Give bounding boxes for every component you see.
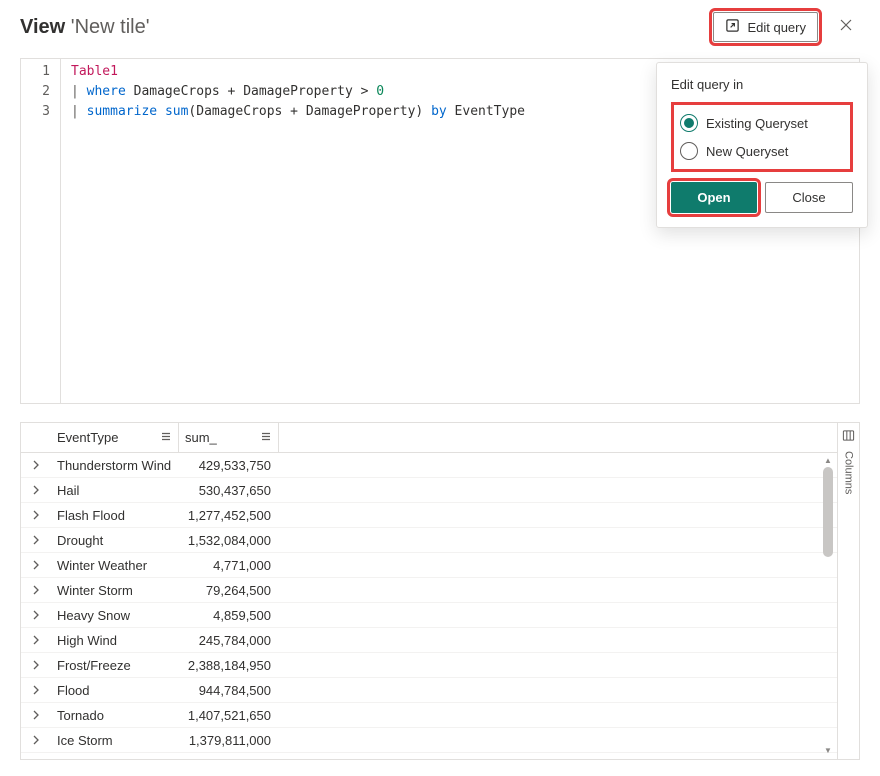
expand-row-icon[interactable] <box>21 735 51 745</box>
table-row[interactable]: Winter Storm79,264,500 <box>21 578 837 603</box>
line-number: 2 <box>21 82 60 102</box>
radio-icon <box>680 142 698 160</box>
title-name: 'New tile' <box>71 16 150 38</box>
cell-sum: 429,533,750 <box>179 458 279 473</box>
cell-eventtype: Tornado <box>51 708 179 723</box>
table-row[interactable]: Flood944,784,500 <box>21 678 837 703</box>
cell-sum: 4,771,000 <box>179 558 279 573</box>
columns-tab-label: Columns <box>843 451 855 494</box>
column-menu-icon[interactable] <box>260 430 272 445</box>
popup-buttons: Open Close <box>671 182 853 213</box>
column-menu-icon[interactable] <box>160 430 172 445</box>
line-gutter: 1 2 3 <box>21 59 61 403</box>
cell-sum: 1,277,452,500 <box>179 508 279 523</box>
table-row[interactable]: Thunderstorm Wind429,533,750 <box>21 453 837 478</box>
table-row[interactable]: Drought1,532,084,000 <box>21 528 837 553</box>
column-header-sum[interactable]: sum_ <box>179 423 279 452</box>
header: View 'New tile' Edit query <box>0 0 880 52</box>
cell-sum: 530,437,650 <box>179 483 279 498</box>
expand-row-icon[interactable] <box>21 460 51 470</box>
column-header-eventtype[interactable]: EventType <box>51 423 179 452</box>
queryset-radio-group: Existing Queryset New Queryset <box>671 102 853 172</box>
popup-title: Edit query in <box>671 77 853 92</box>
expand-row-icon[interactable] <box>21 710 51 720</box>
expand-row-icon[interactable] <box>21 560 51 570</box>
cell-eventtype: Drought <box>51 533 179 548</box>
close-icon <box>839 18 853 36</box>
cell-eventtype: Hail <box>51 483 179 498</box>
cell-eventtype: Winter Weather <box>51 558 179 573</box>
columns-icon <box>842 429 855 445</box>
edit-query-popup: Edit query in Existing Queryset New Quer… <box>656 62 868 228</box>
expand-row-icon[interactable] <box>21 685 51 695</box>
cell-eventtype: Frost/Freeze <box>51 658 179 673</box>
table-row[interactable]: Flash Flood1,277,452,500 <box>21 503 837 528</box>
cell-sum: 1,532,084,000 <box>179 533 279 548</box>
line-number: 1 <box>21 62 60 82</box>
table-row[interactable]: High Wind245,784,000 <box>21 628 837 653</box>
results-table: EventType sum_ Thunderstorm Wind429,533,… <box>21 423 837 759</box>
expand-row-icon[interactable] <box>21 510 51 520</box>
radio-existing-queryset[interactable]: Existing Queryset <box>678 109 846 137</box>
expand-row-icon[interactable] <box>21 635 51 645</box>
cell-sum: 1,379,811,000 <box>179 733 279 748</box>
cell-sum: 245,784,000 <box>179 633 279 648</box>
table-row[interactable]: Hail530,437,650 <box>21 478 837 503</box>
cell-eventtype: High Wind <box>51 633 179 648</box>
table-header: EventType sum_ <box>21 423 837 453</box>
cell-eventtype: Heavy Snow <box>51 608 179 623</box>
table-row[interactable]: Tornado1,407,521,650 <box>21 703 837 728</box>
page-title: View 'New tile' <box>20 16 150 39</box>
radio-icon <box>680 114 698 132</box>
line-number: 3 <box>21 102 60 122</box>
scroll-down-icon[interactable]: ▼ <box>821 743 835 757</box>
cell-sum: 79,264,500 <box>179 583 279 598</box>
title-prefix: View <box>20 16 65 38</box>
cell-eventtype: Thunderstorm Wind <box>51 458 179 473</box>
cell-sum: 1,407,521,650 <box>179 708 279 723</box>
cell-eventtype: Flood <box>51 683 179 698</box>
table-row[interactable]: Winter Weather4,771,000 <box>21 553 837 578</box>
table-row[interactable]: Frost/Freeze2,388,184,950 <box>21 653 837 678</box>
cell-sum: 4,859,500 <box>179 608 279 623</box>
table-row[interactable]: Ice Storm1,379,811,000 <box>21 728 837 753</box>
expand-row-icon[interactable] <box>21 610 51 620</box>
expand-row-icon[interactable] <box>21 535 51 545</box>
expand-row-icon[interactable] <box>21 485 51 495</box>
scroll-up-icon[interactable]: ▲ <box>821 453 835 467</box>
cell-sum: 2,388,184,950 <box>179 658 279 673</box>
cell-eventtype: Flash Flood <box>51 508 179 523</box>
open-button[interactable]: Open <box>671 182 757 213</box>
edit-query-label: Edit query <box>747 20 806 35</box>
columns-tab[interactable]: Columns <box>837 423 859 759</box>
cell-eventtype: Winter Storm <box>51 583 179 598</box>
results-table-pane: EventType sum_ Thunderstorm Wind429,533,… <box>20 422 860 760</box>
expand-row-icon[interactable] <box>21 585 51 595</box>
table-row[interactable]: Heavy Snow4,859,500 <box>21 603 837 628</box>
table-body: Thunderstorm Wind429,533,750Hail530,437,… <box>21 453 837 753</box>
close-button[interactable]: Close <box>765 182 853 213</box>
expand-row-icon[interactable] <box>21 660 51 670</box>
scroll-thumb[interactable] <box>823 467 833 557</box>
cell-eventtype: Ice Storm <box>51 733 179 748</box>
radio-new-queryset[interactable]: New Queryset <box>678 137 846 165</box>
cell-sum: 944,784,500 <box>179 683 279 698</box>
open-external-icon <box>725 18 740 36</box>
close-panel-button[interactable] <box>832 13 860 41</box>
edit-query-button[interactable]: Edit query <box>713 12 818 42</box>
scrollbar[interactable]: ▲ ▼ <box>821 453 835 757</box>
